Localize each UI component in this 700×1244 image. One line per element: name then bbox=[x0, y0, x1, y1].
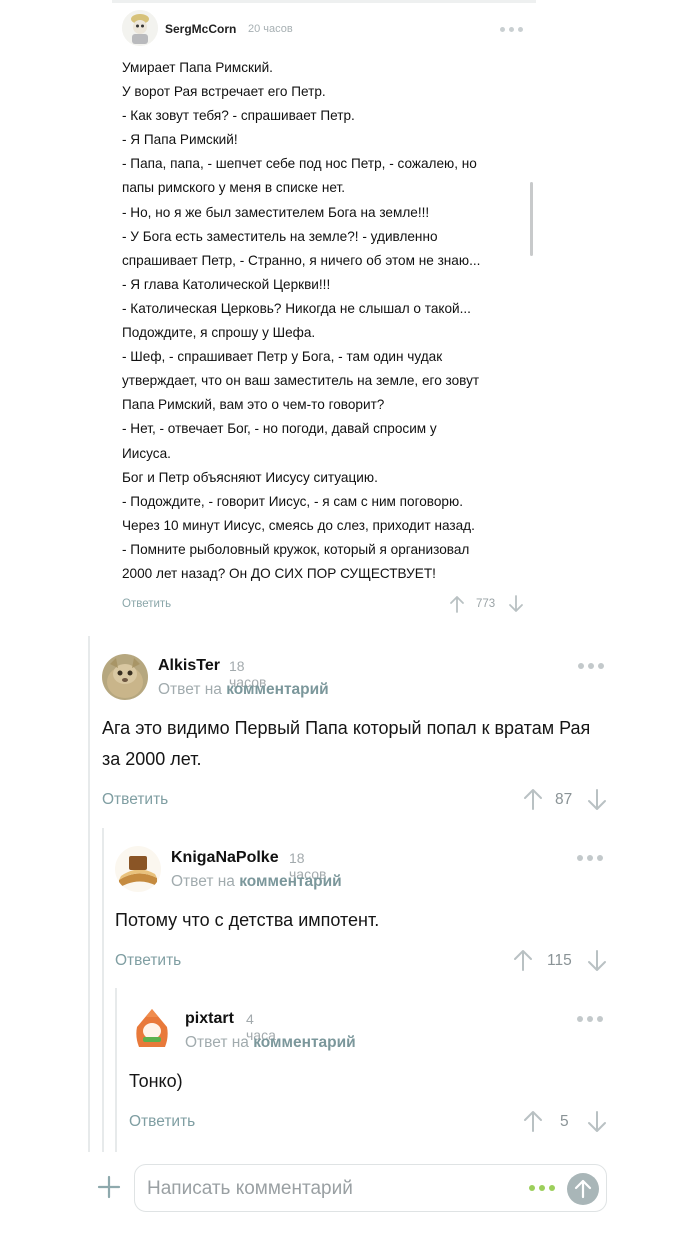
reply-to-link[interactable]: комментарий bbox=[239, 873, 341, 890]
send-button[interactable] bbox=[567, 1173, 599, 1205]
reply-button[interactable]: Ответить bbox=[115, 952, 181, 970]
plus-icon[interactable] bbox=[97, 1175, 121, 1204]
quoted-comment: SergMcCorn 20 часов Умирает Папа Римский… bbox=[112, 0, 536, 622]
reply-to-link[interactable]: комментарий bbox=[226, 681, 328, 698]
reply-button[interactable]: Ответить bbox=[122, 598, 171, 610]
timestamp: 20 часов bbox=[248, 23, 293, 35]
arrow-up-icon[interactable] bbox=[523, 788, 543, 815]
comment-text: Ага это видимо Первый Папа который попал… bbox=[102, 718, 591, 769]
comment-text: Умирает Папа Римский. У ворот Рая встреч… bbox=[122, 60, 481, 581]
reply-button[interactable]: Ответить bbox=[129, 1113, 195, 1131]
scrollbar bbox=[530, 182, 533, 256]
avatar[interactable] bbox=[129, 1007, 175, 1053]
reply-to-link[interactable]: комментарий bbox=[253, 1034, 355, 1051]
score: 773 bbox=[476, 598, 496, 610]
reply-button[interactable]: Ответить bbox=[102, 791, 168, 809]
score: 5 bbox=[560, 1113, 569, 1130]
more-dots-icon[interactable] bbox=[577, 1016, 603, 1022]
arrow-down-icon[interactable] bbox=[587, 950, 607, 977]
avatar[interactable] bbox=[102, 654, 148, 700]
comment-text: Тонко) bbox=[129, 1071, 183, 1091]
thread-line[interactable] bbox=[88, 636, 90, 1152]
reply-to-prefix: Ответ на bbox=[185, 1034, 249, 1051]
author-name[interactable]: AlkisTer bbox=[158, 657, 220, 675]
avatar[interactable] bbox=[122, 10, 158, 46]
more-dots-icon[interactable] bbox=[577, 855, 603, 861]
comment-text: Потому что с детства импотент. bbox=[115, 910, 380, 930]
author-name[interactable]: SergMcCorn bbox=[165, 22, 236, 36]
reply-to: Ответ на комментарий bbox=[158, 681, 329, 699]
thread-line[interactable] bbox=[115, 988, 117, 1152]
more-green-dots-icon[interactable] bbox=[529, 1185, 555, 1191]
thread-line[interactable] bbox=[102, 828, 104, 1152]
more-dots-icon[interactable] bbox=[578, 663, 604, 669]
score: 87 bbox=[555, 791, 573, 808]
reply-to: Ответ на комментарий bbox=[185, 1034, 356, 1052]
reply-to: Ответ на комментарий bbox=[171, 873, 342, 891]
author-name[interactable]: pixtart bbox=[185, 1010, 234, 1028]
more-dots-icon[interactable] bbox=[500, 27, 523, 32]
comment-input[interactable] bbox=[147, 1175, 507, 1203]
divider bbox=[112, 0, 536, 3]
score: 115 bbox=[547, 952, 572, 969]
comment-composer bbox=[134, 1164, 607, 1212]
avatar[interactable] bbox=[115, 846, 161, 892]
reply-to-prefix: Ответ на bbox=[171, 873, 235, 890]
arrow-down-icon[interactable] bbox=[587, 1111, 607, 1138]
arrow-down-icon[interactable] bbox=[587, 789, 607, 816]
arrow-down-icon[interactable] bbox=[508, 595, 524, 618]
arrow-up-icon[interactable] bbox=[523, 1110, 543, 1137]
arrow-up-icon[interactable] bbox=[449, 595, 465, 618]
arrow-up-icon[interactable] bbox=[513, 949, 533, 976]
author-name[interactable]: KnigaNaPolke bbox=[171, 849, 279, 867]
send-arrow-icon bbox=[574, 1179, 592, 1199]
reply-to-prefix: Ответ на bbox=[158, 681, 222, 698]
